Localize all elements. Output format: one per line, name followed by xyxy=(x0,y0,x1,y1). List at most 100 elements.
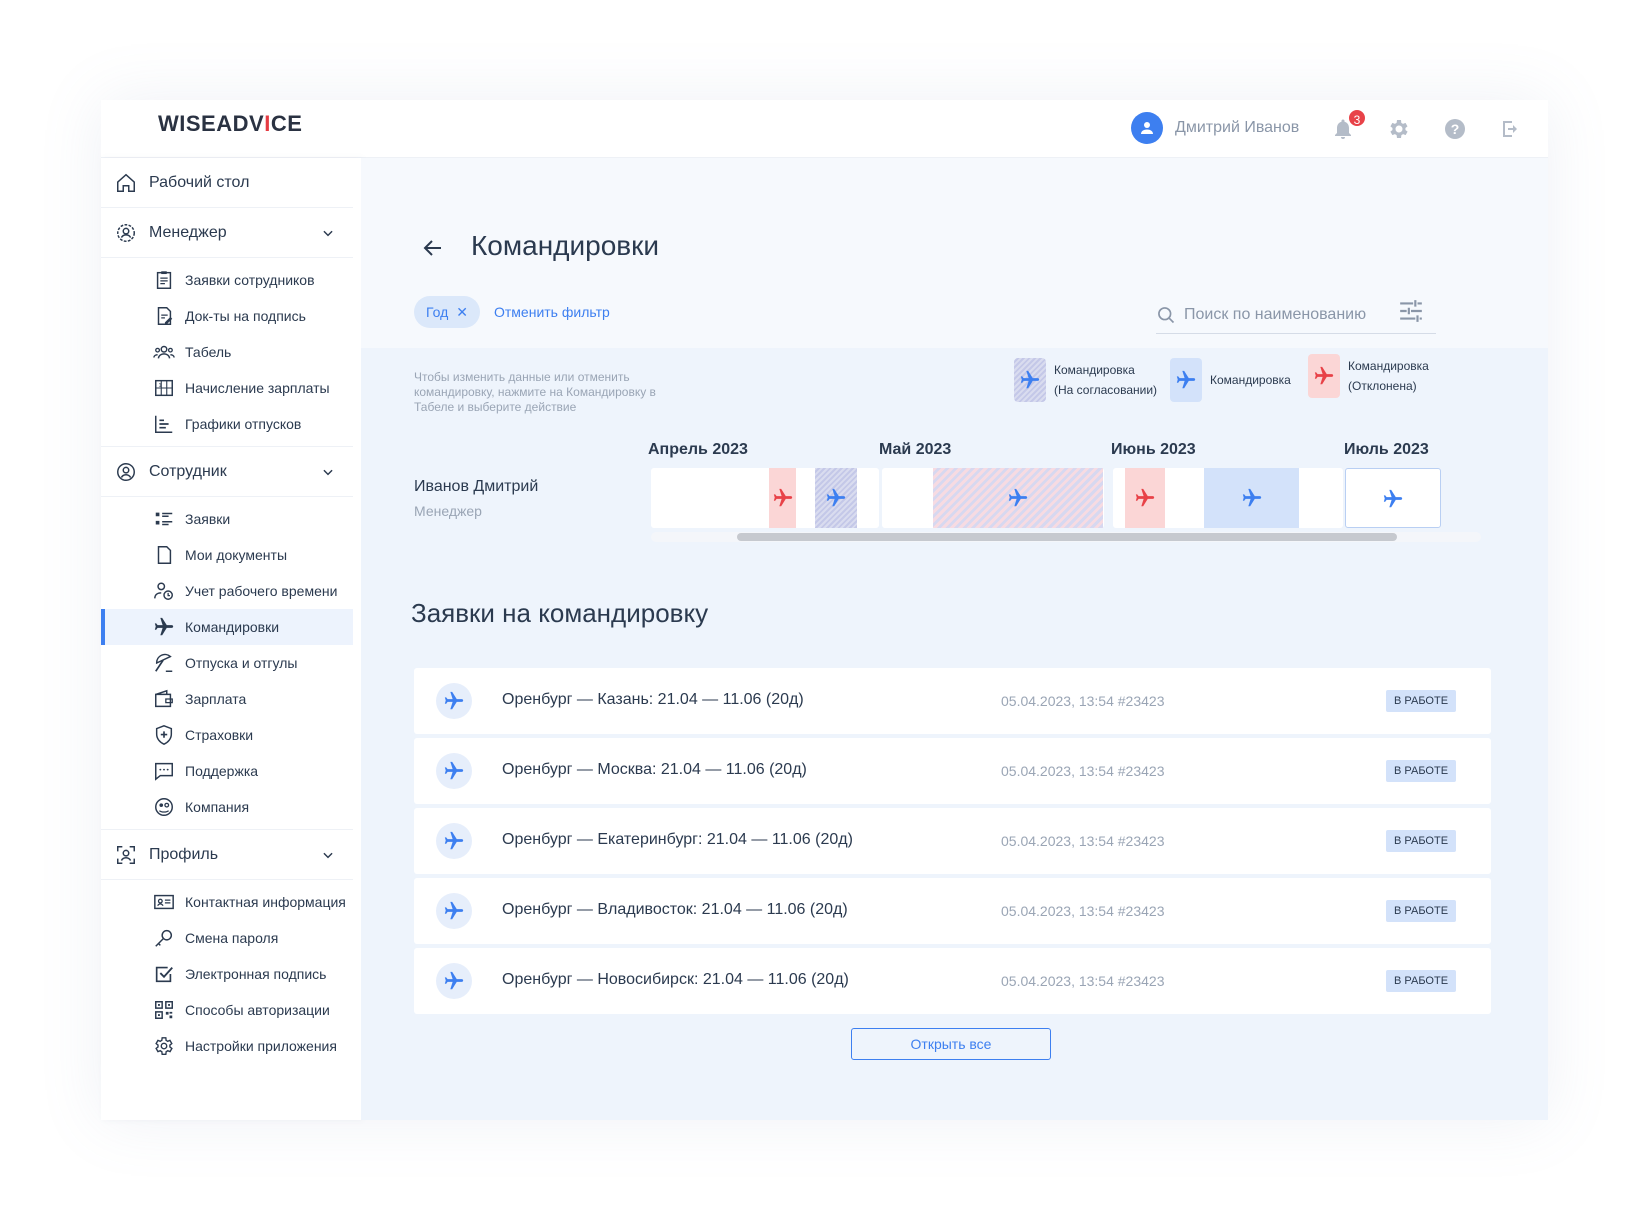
sidebar-item-label: Заявки сотрудников xyxy=(185,272,315,288)
help-icon[interactable]: ? xyxy=(1443,117,1467,141)
sidebar-item-label: Компания xyxy=(185,799,250,815)
sidebar-item-label: Начисление зарплаты xyxy=(185,380,330,396)
sidebar-item-support[interactable]: Поддержка xyxy=(101,753,353,789)
request-meta: 05.04.2023, 13:54 #23423 xyxy=(1001,973,1165,989)
chevron-down-icon[interactable] xyxy=(321,848,335,862)
sidebar-item-contact-info[interactable]: Контактная информация xyxy=(101,884,353,920)
airplane-icon xyxy=(1313,365,1335,387)
main-content: Командировки Год ✕ Отменить фильтр Чтобы… xyxy=(361,158,1548,1120)
logo[interactable]: WISEADVICE xyxy=(158,111,302,137)
sidebar-item-vacations[interactable]: Отпуска и отгулы xyxy=(101,645,353,681)
sidebar-item-vacation-schedule[interactable]: Графики отпусков xyxy=(101,406,353,442)
sidebar-item-e-signature[interactable]: Электронная подпись xyxy=(101,956,353,992)
airplane-icon xyxy=(1382,488,1404,510)
sidebar-item-desktop[interactable]: Рабочий стол xyxy=(101,158,353,208)
employee-items: Заявки Мои документы Учет рабочего време… xyxy=(101,497,353,830)
trip-segment-approved[interactable] xyxy=(1204,468,1299,528)
filter-chip-year[interactable]: Год ✕ xyxy=(414,296,481,328)
sidebar-item-label: Учет рабочего времени xyxy=(185,583,338,599)
section-label: Менеджер xyxy=(149,223,227,241)
trip-segment-rejected[interactable] xyxy=(769,468,796,528)
sidebar-section-profile[interactable]: Профиль xyxy=(101,830,353,880)
month-track-july[interactable] xyxy=(1345,468,1441,528)
list-item[interactable]: Оренбург — Москва: 21.04 — 11.06 (20д) 0… xyxy=(414,738,1491,804)
user-name: Дмитрий Иванов xyxy=(1175,119,1300,136)
month-label: Апрель 2023 xyxy=(648,441,748,458)
sidebar-item-employee-requests[interactable]: Заявки сотрудников xyxy=(101,262,353,298)
beach-umbrella-icon xyxy=(155,653,173,672)
back-arrow-icon[interactable] xyxy=(421,236,445,260)
logout-icon[interactable] xyxy=(1499,117,1523,141)
user-icon xyxy=(1141,122,1153,134)
sidebar-item-app-settings[interactable]: Настройки приложения xyxy=(101,1028,353,1064)
sidebar-item-requests[interactable]: Заявки xyxy=(101,501,353,537)
svg-text:1: 1 xyxy=(159,383,162,389)
status-badge: В РАБОТЕ xyxy=(1386,900,1457,922)
timeline-scrollbar-thumb[interactable] xyxy=(737,533,1397,541)
list-item[interactable]: Оренбург — Екатеринбург: 21.04 — 11.06 (… xyxy=(414,808,1491,874)
legend-label: Командировка (На согласовании) xyxy=(1054,360,1157,400)
sidebar-item-timesheet[interactable]: Табель xyxy=(101,334,353,370)
trip-segment-pending[interactable] xyxy=(933,468,1103,528)
gear-icon[interactable] xyxy=(1387,117,1411,141)
filter-chip-label: Год xyxy=(426,304,449,320)
user-menu[interactable]: Дмитрий Иванов xyxy=(1131,112,1299,144)
sidebar-item-time-tracking[interactable]: Учет рабочего времени xyxy=(101,573,353,609)
sidebar-item-label: Командировки xyxy=(185,619,280,635)
airplane-icon xyxy=(443,970,465,992)
notification-badge: 3 xyxy=(1347,108,1367,128)
trip-icon-circle xyxy=(436,823,472,859)
month-label: Май 2023 xyxy=(879,441,952,458)
employee-name: Иванов Дмитрий xyxy=(414,478,539,495)
request-title: Оренбург — Москва: 21.04 — 11.06 (20д) xyxy=(502,761,807,778)
sidebar-item-change-password[interactable]: Смена пароля xyxy=(101,920,353,956)
sidebar-item-salary[interactable]: Зарплата xyxy=(101,681,353,717)
trip-icon-circle xyxy=(436,963,472,999)
airplane-icon xyxy=(443,900,465,922)
legend-label: Командировка xyxy=(1210,373,1291,387)
trip-segment-rejected[interactable] xyxy=(1125,468,1165,528)
chat-icon xyxy=(155,762,173,781)
sidebar-section-employee[interactable]: Сотрудник xyxy=(101,447,353,497)
help-hint: Чтобы изменить данные или отменить коман… xyxy=(414,370,656,414)
status-badge: В РАБОТЕ xyxy=(1386,970,1457,992)
sidebar-item-docs-to-sign[interactable]: Док-ты на подпись xyxy=(101,298,353,334)
svg-text:?: ? xyxy=(1451,121,1460,137)
open-all-button[interactable]: Открыть все xyxy=(851,1028,1051,1060)
chevron-down-icon[interactable] xyxy=(321,465,335,479)
sidebar-item-payroll[interactable]: 1 Начисление зарплаты xyxy=(101,370,353,406)
sidebar-item-insurance[interactable]: Страховки xyxy=(101,717,353,753)
month-label: Июнь 2023 xyxy=(1111,441,1196,458)
sidebar-item-company[interactable]: Компания xyxy=(101,789,353,825)
home-icon xyxy=(117,173,135,192)
list-item[interactable]: Оренбург — Казань: 21.04 — 11.06 (20д) 0… xyxy=(414,668,1491,734)
sidebar-item-auth-methods[interactable]: Способы авторизации xyxy=(101,992,353,1028)
sidebar-item-label: Способы авторизации xyxy=(185,1002,330,1018)
airplane-icon xyxy=(1241,487,1263,509)
search-icon xyxy=(1158,306,1175,323)
chevron-down-icon[interactable] xyxy=(321,226,335,240)
search-input[interactable] xyxy=(1184,305,1384,324)
list-item[interactable]: Оренбург — Новосибирск: 21.04 — 11.06 (2… xyxy=(414,948,1491,1014)
sidebar-section-manager[interactable]: Менеджер xyxy=(101,208,353,258)
legend-label: Командировка (Отклонена) xyxy=(1348,356,1429,396)
sidebar-item-label: Рабочий стол xyxy=(149,173,250,191)
sidebar-item-label: Контактная информация xyxy=(185,894,346,910)
request-title: Оренбург — Новосибирск: 21.04 — 11.06 (2… xyxy=(502,971,849,988)
list-item[interactable]: Оренбург — Владивосток: 21.04 — 11.06 (2… xyxy=(414,878,1491,944)
request-meta: 05.04.2023, 13:54 #23423 xyxy=(1001,763,1165,779)
sidebar-item-label: Поддержка xyxy=(185,763,259,779)
sidebar-item-business-trips[interactable]: Командировки xyxy=(101,609,353,645)
cancel-filter-link[interactable]: Отменить фильтр xyxy=(494,304,610,320)
close-icon[interactable]: ✕ xyxy=(456,304,468,321)
trip-segment-pending[interactable] xyxy=(815,468,857,528)
sidebar-item-label: Табель xyxy=(185,344,232,360)
filter-settings-icon[interactable] xyxy=(1398,298,1424,324)
airplane-icon xyxy=(153,616,175,638)
sidebar-item-my-documents[interactable]: Мои документы xyxy=(101,537,353,573)
month-track-april xyxy=(651,468,879,528)
legend-pending: Командировка (На согласовании) xyxy=(1014,358,1157,402)
section-title: Заявки на командировку xyxy=(411,598,709,628)
gear-icon xyxy=(155,1037,173,1055)
legend-label-line: (Отклонена) xyxy=(1348,379,1417,393)
